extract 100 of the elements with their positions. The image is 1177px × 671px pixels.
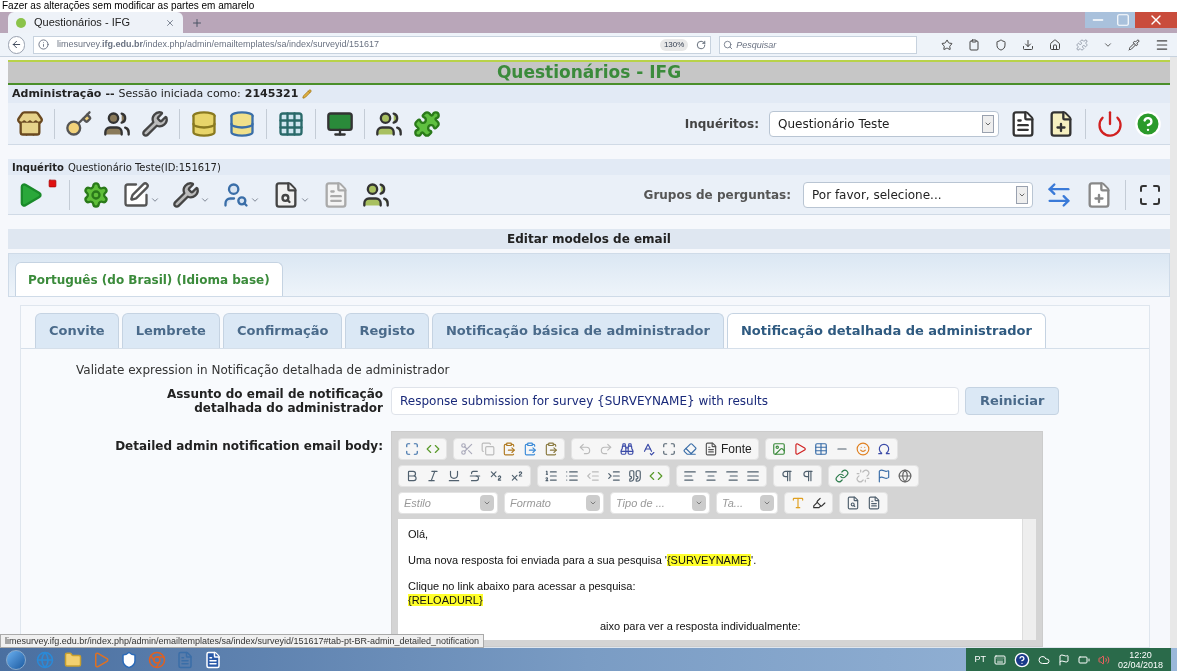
preview-icon[interactable] bbox=[846, 496, 860, 510]
tools-icon[interactable] bbox=[172, 180, 200, 209]
monitor-icon[interactable] bbox=[326, 109, 354, 138]
close-window-icon[interactable] bbox=[1135, 12, 1177, 28]
find-icon[interactable] bbox=[620, 442, 634, 456]
help-icon[interactable] bbox=[1013, 651, 1030, 668]
align-left-icon[interactable] bbox=[683, 469, 697, 483]
question-group-select[interactable]: Por favor, selecione... bbox=[803, 181, 1033, 208]
download-icon[interactable] bbox=[1022, 38, 1034, 51]
page-scrollbar[interactable] bbox=[1170, 57, 1177, 648]
grid-icon[interactable] bbox=[277, 109, 305, 138]
keyboard-icon[interactable] bbox=[993, 653, 1006, 666]
bookmark-star-icon[interactable] bbox=[941, 38, 953, 51]
database-icon[interactable] bbox=[190, 109, 218, 138]
table-icon[interactable] bbox=[813, 442, 828, 456]
stop-icon[interactable] bbox=[48, 179, 57, 188]
language-tab[interactable]: Português (do Brasil) (Idioma base) bbox=[15, 262, 283, 296]
eyedropper-icon[interactable] bbox=[1128, 38, 1140, 51]
source-icon[interactable] bbox=[704, 442, 718, 456]
address-field[interactable]: limesurvey.ifg.edu.br/index.php/admin/emailtemplates/sa/index/surveyid/151617 130% bbox=[33, 35, 712, 54]
subscript-icon[interactable] bbox=[489, 469, 503, 483]
quote-icon[interactable] bbox=[628, 469, 642, 483]
template-icon[interactable] bbox=[867, 496, 881, 510]
pencil-icon[interactable] bbox=[302, 89, 313, 99]
background-color-icon[interactable] bbox=[812, 496, 826, 510]
italic-icon[interactable] bbox=[426, 469, 440, 483]
back-button[interactable] bbox=[8, 35, 26, 54]
paste-word-icon[interactable] bbox=[523, 442, 537, 456]
subject-label: Assunto do email de notificação detalhada do administrador bbox=[165, 387, 383, 415]
user-search-icon[interactable] bbox=[222, 180, 250, 209]
new-tab-icon[interactable] bbox=[191, 17, 203, 29]
gear-icon[interactable] bbox=[82, 180, 110, 209]
battery-icon[interactable] bbox=[1077, 653, 1090, 666]
cut-icon[interactable] bbox=[460, 442, 474, 456]
maximize-icon[interactable] bbox=[405, 442, 419, 456]
eraser-icon[interactable] bbox=[683, 442, 697, 456]
home-icon[interactable] bbox=[16, 109, 44, 138]
paste-text-icon[interactable] bbox=[544, 442, 558, 456]
template-tab[interactable]: Convite bbox=[35, 313, 119, 348]
superscript-icon[interactable] bbox=[510, 469, 524, 483]
anchor-flag-icon[interactable] bbox=[877, 469, 891, 483]
subject-field[interactable]: Response submission for survey {SURVEYNAME} with results bbox=[391, 387, 959, 415]
template-tab[interactable]: Lembrete bbox=[121, 313, 220, 348]
key-icon[interactable] bbox=[65, 109, 93, 138]
template-tab[interactable]: Notificação detalhada de administrador bbox=[726, 313, 1046, 348]
start-button[interactable] bbox=[6, 649, 26, 670]
bold-icon[interactable] bbox=[405, 469, 419, 483]
source-button[interactable]: Fonte bbox=[721, 440, 752, 458]
language-indicator[interactable]: PT bbox=[974, 652, 986, 667]
link-icon[interactable] bbox=[835, 469, 849, 483]
smiley-icon[interactable] bbox=[855, 442, 870, 456]
align-right-icon[interactable] bbox=[725, 469, 739, 483]
replace-icon[interactable] bbox=[641, 442, 655, 456]
body-label: Detailed admin notification email body: bbox=[115, 438, 383, 455]
cloud-icon[interactable] bbox=[1037, 653, 1050, 666]
shield-icon[interactable] bbox=[120, 650, 138, 669]
search-icon bbox=[723, 39, 734, 50]
template-tab[interactable]: Registo bbox=[345, 313, 429, 348]
bulleted-list-icon[interactable] bbox=[565, 469, 579, 483]
search-field[interactable]: Pesquisar bbox=[719, 35, 917, 54]
flag-icon[interactable] bbox=[1057, 653, 1070, 666]
users-icon[interactable] bbox=[103, 109, 131, 138]
browser-tab[interactable]: Questionários - IFG bbox=[8, 12, 183, 33]
reload-icon[interactable] bbox=[696, 39, 707, 50]
survey-select[interactable]: Questionário Teste bbox=[769, 110, 999, 137]
database-sql-icon[interactable] bbox=[228, 109, 256, 138]
align-center-icon[interactable] bbox=[704, 469, 718, 483]
users-icon[interactable] bbox=[362, 180, 390, 209]
clipboard-icon[interactable] bbox=[968, 38, 980, 51]
clock-time[interactable]: 12:20 bbox=[1129, 649, 1152, 660]
justify-icon[interactable] bbox=[746, 469, 760, 483]
puzzle-icon[interactable] bbox=[413, 109, 441, 138]
code-icon[interactable] bbox=[426, 442, 440, 456]
underline-icon[interactable] bbox=[447, 469, 461, 483]
clock-date[interactable]: 02/04/2018 bbox=[1117, 659, 1163, 670]
word-icon[interactable] bbox=[204, 650, 222, 669]
scrollbar[interactable] bbox=[1022, 519, 1036, 640]
tools-icon[interactable] bbox=[141, 109, 169, 138]
template-tab[interactable]: Notificação básica de administrador bbox=[431, 313, 724, 348]
paste-icon[interactable] bbox=[502, 442, 516, 456]
reset-button[interactable]: Reiniciar bbox=[965, 387, 1060, 415]
email-body-text: {RELOADURL} bbox=[408, 593, 483, 607]
menu-icon[interactable] bbox=[1155, 37, 1169, 52]
globe-icon[interactable] bbox=[898, 469, 912, 483]
close-icon[interactable] bbox=[165, 17, 175, 28]
special-character-icon[interactable] bbox=[876, 442, 891, 456]
indent-icon[interactable] bbox=[607, 469, 621, 483]
numbered-list-icon[interactable] bbox=[544, 469, 558, 483]
users-icon[interactable] bbox=[375, 109, 403, 138]
template-tab[interactable]: Confirmação bbox=[222, 313, 343, 348]
info-icon[interactable] bbox=[38, 39, 50, 50]
folder-icon[interactable] bbox=[64, 650, 82, 669]
home-icon[interactable] bbox=[1049, 38, 1061, 51]
strikethrough-icon[interactable] bbox=[468, 469, 482, 483]
image-icon[interactable] bbox=[771, 442, 786, 456]
admin-label: Administração bbox=[12, 85, 102, 102]
text-color-icon[interactable] bbox=[791, 496, 805, 510]
zoom-level[interactable]: 130% bbox=[659, 38, 689, 51]
logout-icon[interactable] bbox=[1096, 109, 1124, 138]
edit-icon[interactable] bbox=[122, 180, 150, 209]
